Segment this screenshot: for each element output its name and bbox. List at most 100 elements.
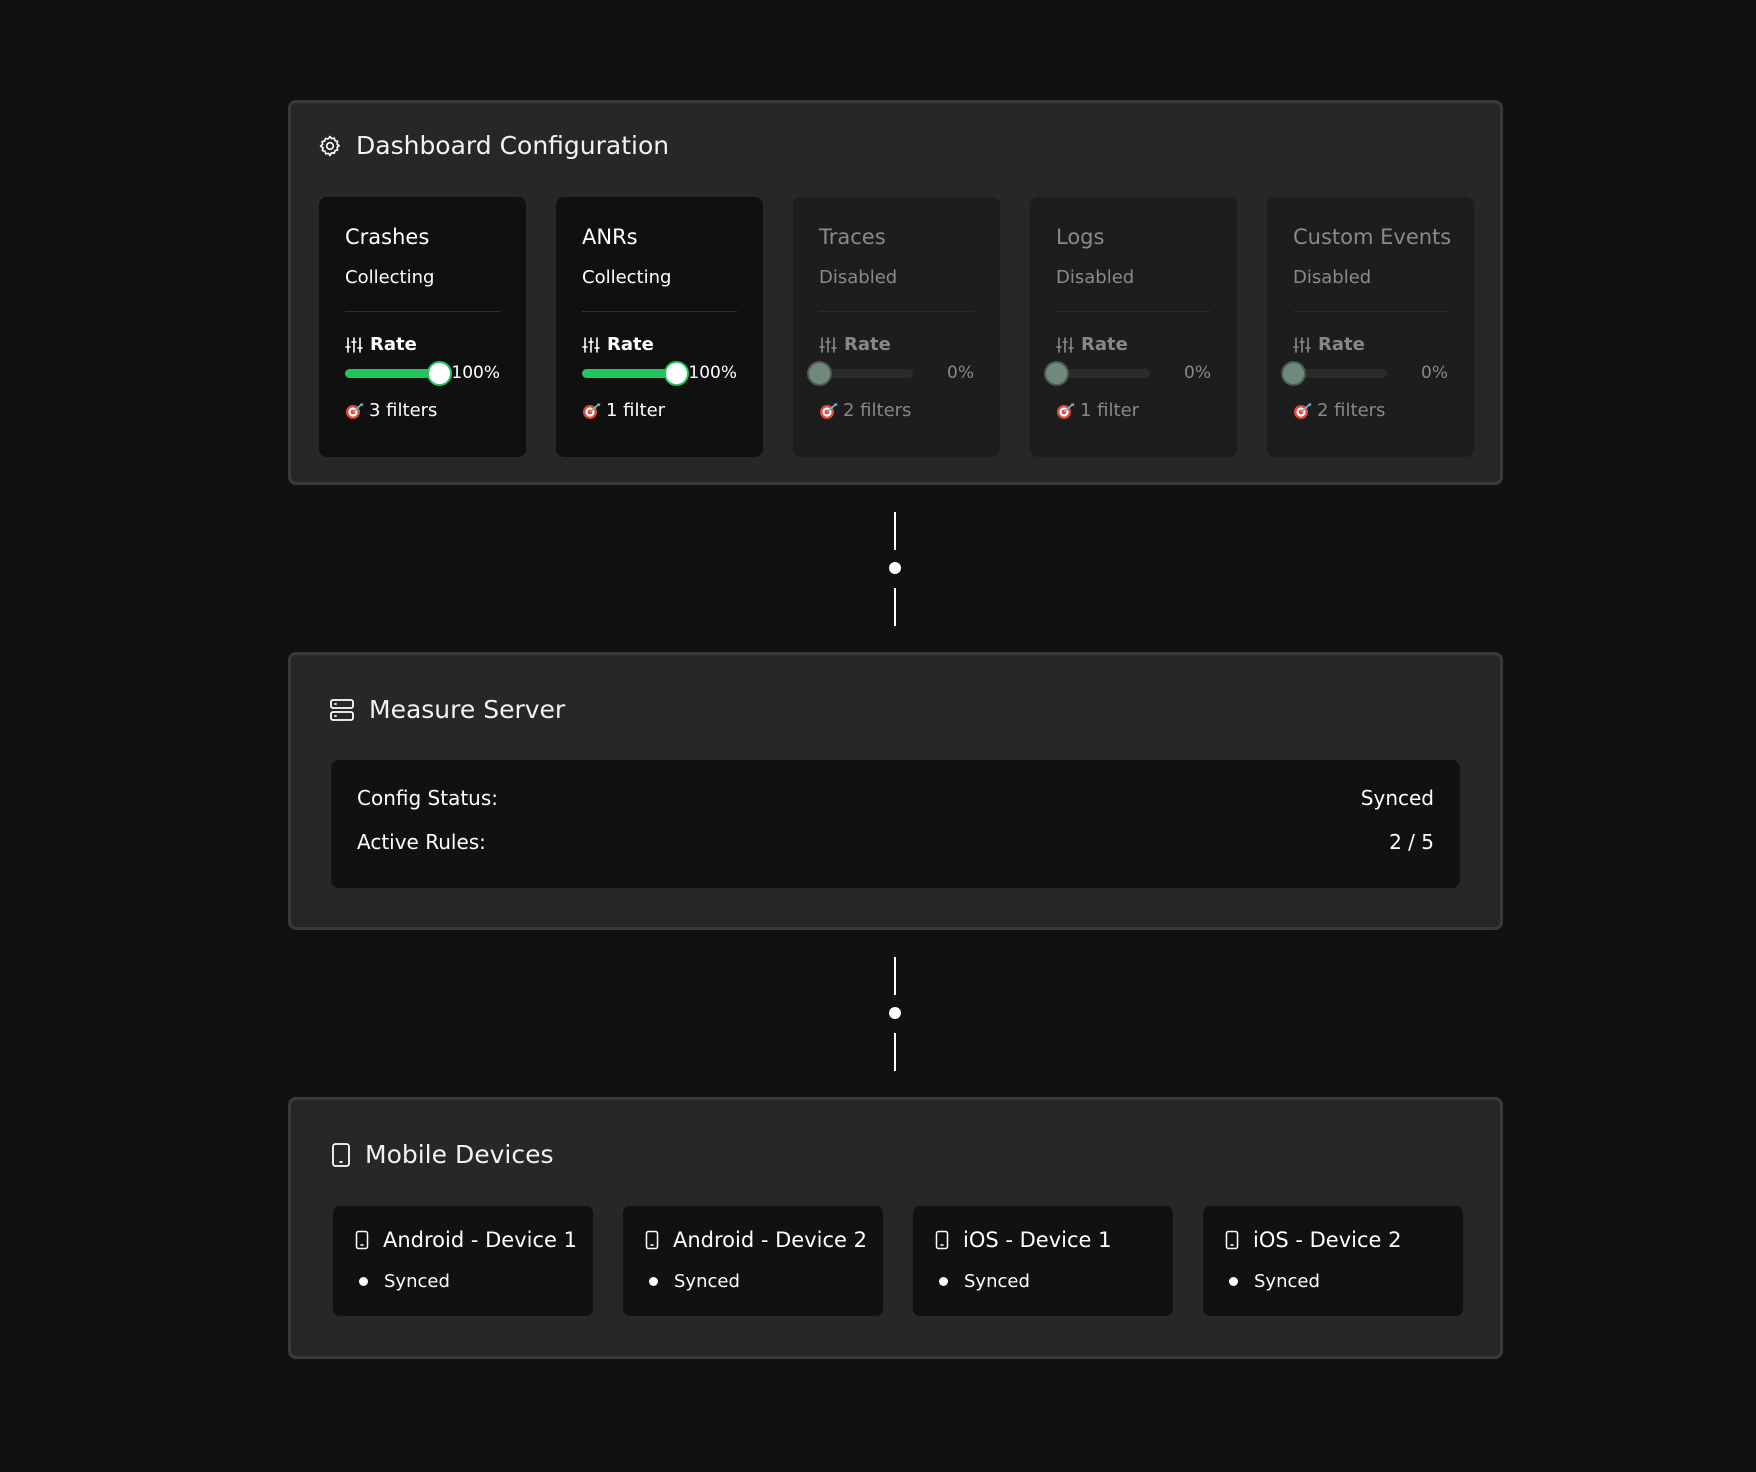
smartphone-icon bbox=[935, 1230, 949, 1250]
rate-slider[interactable]: 100% bbox=[345, 360, 500, 386]
rate-slider-track[interactable] bbox=[1281, 360, 1387, 386]
divider bbox=[1293, 311, 1448, 312]
device-status: Synced bbox=[935, 1271, 1030, 1292]
event-card-title: Custom Events bbox=[1293, 225, 1452, 249]
device-name: iOS - Device 1 bbox=[963, 1228, 1112, 1252]
rate-slider-thumb[interactable] bbox=[427, 360, 452, 386]
filters-row[interactable]: 1 filter bbox=[582, 400, 665, 421]
event-card-title: ANRs bbox=[582, 225, 638, 249]
status-dot bbox=[359, 1277, 368, 1286]
rate-slider[interactable]: 0% bbox=[1281, 360, 1448, 386]
device-title: iOS - Device 2 bbox=[1225, 1228, 1401, 1252]
device-name: iOS - Device 2 bbox=[1253, 1228, 1402, 1252]
rate-percentage: 0% bbox=[1184, 363, 1211, 383]
device-status: Synced bbox=[645, 1271, 740, 1292]
connector-dot bbox=[889, 1007, 901, 1019]
rate-slider[interactable]: 0% bbox=[1044, 360, 1211, 386]
filters-count: 2 filters bbox=[1317, 400, 1386, 421]
target-icon bbox=[582, 402, 602, 420]
config-status-row: Config Status: Synced bbox=[357, 786, 1434, 810]
rate-slider-thumb[interactable] bbox=[664, 360, 689, 386]
event-card-title: Logs bbox=[1056, 225, 1105, 249]
filters-count: 1 filter bbox=[1080, 400, 1140, 421]
connector-line bbox=[894, 512, 896, 550]
connector-line bbox=[894, 588, 896, 626]
filters-count: 2 filters bbox=[843, 400, 912, 421]
device-status: Synced bbox=[355, 1271, 450, 1292]
rate-label-row: Rate bbox=[1293, 334, 1365, 355]
rate-slider-fill bbox=[345, 368, 439, 378]
rate-slider-track[interactable] bbox=[807, 360, 913, 386]
rate-label: Rate bbox=[1081, 334, 1128, 355]
rate-label: Rate bbox=[370, 334, 417, 355]
device-status: Synced bbox=[1225, 1271, 1320, 1292]
rate-label-row: Rate bbox=[345, 334, 417, 355]
smartphone-icon bbox=[1225, 1230, 1239, 1250]
active-rules-value: 2 / 5 bbox=[1389, 830, 1434, 854]
filters-row[interactable]: 3 filters bbox=[345, 400, 437, 421]
divider bbox=[345, 311, 500, 312]
smartphone-icon bbox=[645, 1230, 659, 1250]
event-type-cards: Crashes Collecting Rate 100% 3 filters A… bbox=[319, 197, 1474, 457]
devices-title: Mobile Devices bbox=[365, 1140, 554, 1169]
smartphone-icon bbox=[355, 1230, 369, 1250]
server-title: Measure Server bbox=[369, 695, 566, 724]
rate-slider[interactable]: 0% bbox=[807, 360, 974, 386]
rate-label-row: Rate bbox=[1056, 334, 1128, 355]
target-icon bbox=[1056, 402, 1076, 420]
device-card[interactable]: iOS - Device 2 Synced bbox=[1203, 1206, 1463, 1316]
rate-slider[interactable]: 100% bbox=[582, 360, 737, 386]
rate-slider-thumb[interactable] bbox=[1281, 360, 1306, 386]
device-title: Android - Device 2 bbox=[645, 1228, 867, 1252]
device-title: iOS - Device 1 bbox=[935, 1228, 1111, 1252]
rate-percentage: 100% bbox=[451, 363, 500, 383]
event-card-status: Disabled bbox=[1056, 267, 1135, 288]
device-card[interactable]: Android - Device 1 Synced bbox=[333, 1206, 593, 1316]
target-icon bbox=[1293, 402, 1313, 420]
device-name: Android - Device 1 bbox=[383, 1228, 577, 1252]
active-rules-label: Active Rules: bbox=[357, 830, 486, 854]
filters-row[interactable]: 2 filters bbox=[1293, 400, 1385, 421]
event-card-logs[interactable]: Logs Disabled Rate 0% 1 filter bbox=[1030, 197, 1237, 457]
rate-slider-thumb[interactable] bbox=[1044, 360, 1069, 386]
connector-line bbox=[894, 957, 896, 995]
device-list: Android - Device 1 Synced Android - Devi… bbox=[333, 1206, 1463, 1316]
rate-slider-track[interactable] bbox=[1044, 360, 1150, 386]
event-card-anrs[interactable]: ANRs Collecting Rate 100% 1 filter bbox=[556, 197, 763, 457]
device-name: Android - Device 2 bbox=[673, 1228, 867, 1252]
device-card[interactable]: Android - Device 2 Synced bbox=[623, 1206, 883, 1316]
dashboard-title: Dashboard Configuration bbox=[356, 131, 670, 160]
event-card-crashes[interactable]: Crashes Collecting Rate 100% 3 filters bbox=[319, 197, 526, 457]
event-card-status: Disabled bbox=[1293, 267, 1372, 288]
device-card[interactable]: iOS - Device 1 Synced bbox=[913, 1206, 1173, 1316]
divider bbox=[1056, 311, 1211, 312]
divider bbox=[582, 311, 737, 312]
rate-percentage: 100% bbox=[688, 363, 737, 383]
sliders-icon bbox=[1056, 336, 1074, 354]
filters-count: 3 filters bbox=[369, 400, 438, 421]
rate-slider-track[interactable] bbox=[345, 360, 452, 386]
event-card-status: Collecting bbox=[582, 267, 672, 288]
rate-label-row: Rate bbox=[819, 334, 891, 355]
device-status-label: Synced bbox=[964, 1271, 1030, 1292]
event-card-traces[interactable]: Traces Disabled Rate 0% 2 filters bbox=[793, 197, 1000, 457]
filters-row[interactable]: 1 filter bbox=[1056, 400, 1139, 421]
filters-count: 1 filter bbox=[606, 400, 666, 421]
server-status-panel: Config Status: Synced Active Rules: 2 / … bbox=[331, 760, 1460, 888]
rate-slider-fill bbox=[582, 368, 676, 378]
smartphone-icon bbox=[331, 1142, 351, 1168]
rate-label: Rate bbox=[1318, 334, 1365, 355]
filters-row[interactable]: 2 filters bbox=[819, 400, 911, 421]
device-status-label: Synced bbox=[674, 1271, 740, 1292]
dashboard-header: Dashboard Configuration bbox=[318, 131, 669, 160]
measure-server-panel: Measure Server Config Status: Synced Act… bbox=[288, 652, 1503, 930]
server-icon bbox=[329, 697, 355, 723]
event-card-status: Disabled bbox=[819, 267, 898, 288]
gear-icon bbox=[318, 134, 342, 158]
rate-slider-track[interactable] bbox=[582, 360, 689, 386]
rate-slider-thumb[interactable] bbox=[807, 360, 832, 386]
device-status-label: Synced bbox=[384, 1271, 450, 1292]
status-dot bbox=[649, 1277, 658, 1286]
event-card-custom-events[interactable]: Custom Events Disabled Rate 0% 2 filters bbox=[1267, 197, 1474, 457]
event-card-status: Collecting bbox=[345, 267, 435, 288]
